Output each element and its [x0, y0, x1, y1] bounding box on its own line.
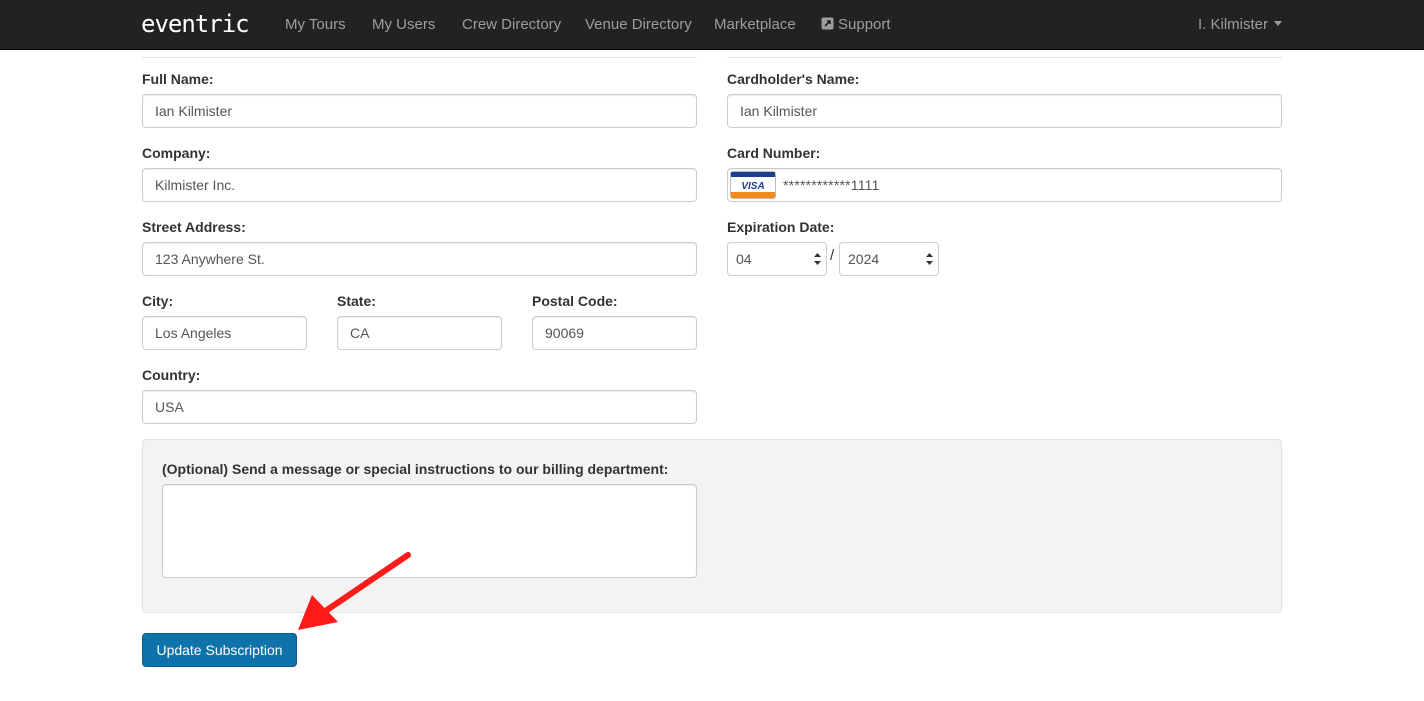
- company-input[interactable]: Kilmister Inc.: [142, 168, 697, 202]
- cardholder-name-label: Cardholder's Name:: [727, 71, 860, 87]
- nav-my-tours[interactable]: My Tours: [285, 0, 346, 50]
- payment-section-divider: [727, 57, 1282, 58]
- state-input[interactable]: CA: [337, 316, 502, 350]
- message-textarea[interactable]: [162, 484, 697, 578]
- street-address-label: Street Address:: [142, 219, 246, 235]
- billing-section-divider: [142, 57, 697, 58]
- message-label: (Optional) Send a message or special ins…: [162, 461, 669, 477]
- top-navbar: eventric My Tours My Users Crew Director…: [0, 0, 1424, 50]
- user-menu[interactable]: I. Kilmister: [1198, 0, 1282, 50]
- external-link-icon: [821, 17, 834, 30]
- expiration-separator: /: [830, 247, 835, 264]
- select-arrows-icon: [926, 253, 933, 265]
- city-label: City:: [142, 293, 174, 309]
- nav-support-label: Support: [838, 16, 891, 33]
- expiration-year-select[interactable]: 2024: [839, 242, 939, 276]
- card-number-label: Card Number:: [727, 145, 821, 161]
- svg-text:eventric: eventric: [141, 12, 249, 38]
- nav-my-users[interactable]: My Users: [372, 0, 435, 50]
- city-input[interactable]: Los Angeles: [142, 316, 307, 350]
- red-arrow-annotation: [298, 552, 411, 630]
- visa-card-icon: VISA: [730, 171, 776, 199]
- user-name: I. Kilmister: [1197, 16, 1268, 33]
- country-label: Country:: [142, 367, 201, 383]
- card-number-value: ************1111: [783, 177, 880, 193]
- state-label: State:: [337, 293, 376, 309]
- full-name-label: Full Name:: [142, 71, 214, 87]
- expiration-month-value: 04: [736, 251, 752, 267]
- postal-code-input[interactable]: 90069: [532, 316, 697, 350]
- caret-down-icon: [1274, 21, 1282, 26]
- update-subscription-button[interactable]: Update Subscription: [142, 633, 297, 667]
- expiration-month-select[interactable]: 04: [727, 242, 827, 276]
- nav-crew-directory[interactable]: Crew Directory: [462, 0, 561, 50]
- cardholder-name-input[interactable]: Ian Kilmister: [727, 94, 1282, 128]
- street-address-input[interactable]: 123 Anywhere St.: [142, 242, 697, 276]
- brand-logo[interactable]: eventric: [141, 12, 253, 38]
- nav-venue-directory[interactable]: Venue Directory: [585, 0, 692, 50]
- country-input[interactable]: USA: [142, 390, 697, 424]
- nav-marketplace[interactable]: Marketplace: [714, 0, 796, 50]
- full-name-input[interactable]: Ian Kilmister: [142, 94, 697, 128]
- expiration-date-label: Expiration Date:: [727, 219, 835, 235]
- postal-code-label: Postal Code:: [532, 293, 618, 309]
- svg-text:VISA: VISA: [741, 181, 764, 192]
- card-number-input[interactable]: VISA ************1111: [727, 168, 1282, 202]
- company-label: Company:: [142, 145, 211, 161]
- nav-support[interactable]: Support: [821, 0, 891, 50]
- select-arrows-icon: [814, 253, 821, 265]
- expiration-year-value: 2024: [848, 251, 880, 267]
